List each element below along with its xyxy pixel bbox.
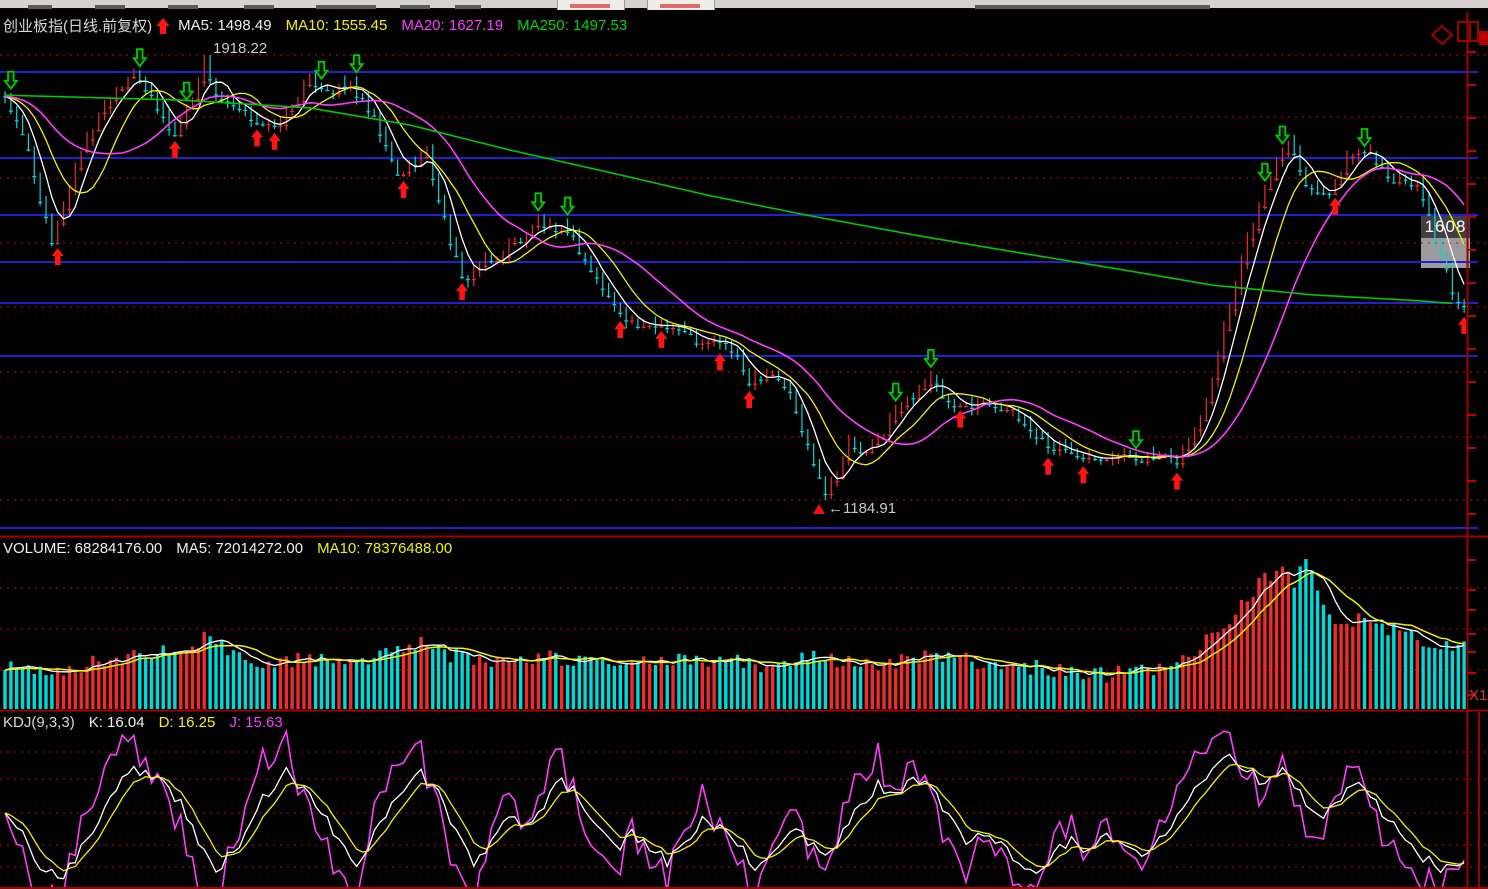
low-annotation-text: ←1184.91: [828, 500, 897, 517]
low-price-annotation: ←1184.91: [812, 500, 896, 517]
high-price-annotation: 1918.22: [213, 40, 268, 57]
instrument-title[interactable]: 创业板指(日线.前复权): [3, 15, 152, 36]
trend-up-arrow-icon: [156, 17, 170, 34]
volume-unit-label: X1: [1469, 687, 1488, 704]
low-point-marker-icon: [813, 503, 825, 514]
kdj-header: KDJ(9,3,3) K: 16.04 D: 16.25 J: 15.63: [3, 714, 297, 731]
app-window: 1608 创业板指(日线.前复权) MA5: 1498.49 MA10: 155…: [0, 0, 1488, 889]
volume-readout: VOLUME: 68284176.00: [3, 540, 163, 557]
kdj-label[interactable]: KDJ(9,3,3): [3, 714, 75, 731]
kdj-j-readout: J: 15.63: [229, 714, 283, 731]
volume-ma5-readout: MA5: 72014272.00: [176, 540, 304, 557]
window-icon[interactable]: [1456, 20, 1480, 44]
ma10-readout: MA10: 1555.45: [285, 17, 388, 34]
chart-canvas[interactable]: [0, 0, 1488, 889]
main-chart-header: 创业板指(日线.前复权) MA5: 1498.49 MA10: 1555.45 …: [3, 15, 641, 36]
volume-ma10-readout: MA10: 78376488.00: [317, 540, 453, 557]
scroll-indicator[interactable]: [1479, 31, 1488, 45]
ma250-readout: MA250: 1497.53: [517, 17, 628, 34]
diamond-icon[interactable]: [1430, 24, 1454, 46]
kdj-d-readout: D: 16.25: [158, 714, 216, 731]
ma5-readout: MA5: 1498.49: [178, 17, 272, 34]
volume-header: VOLUME: 68284176.00 MA5: 72014272.00 MA1…: [3, 540, 466, 557]
ma20-readout: MA20: 1627.19: [401, 17, 504, 34]
kdj-k-readout: K: 16.04: [88, 714, 145, 731]
